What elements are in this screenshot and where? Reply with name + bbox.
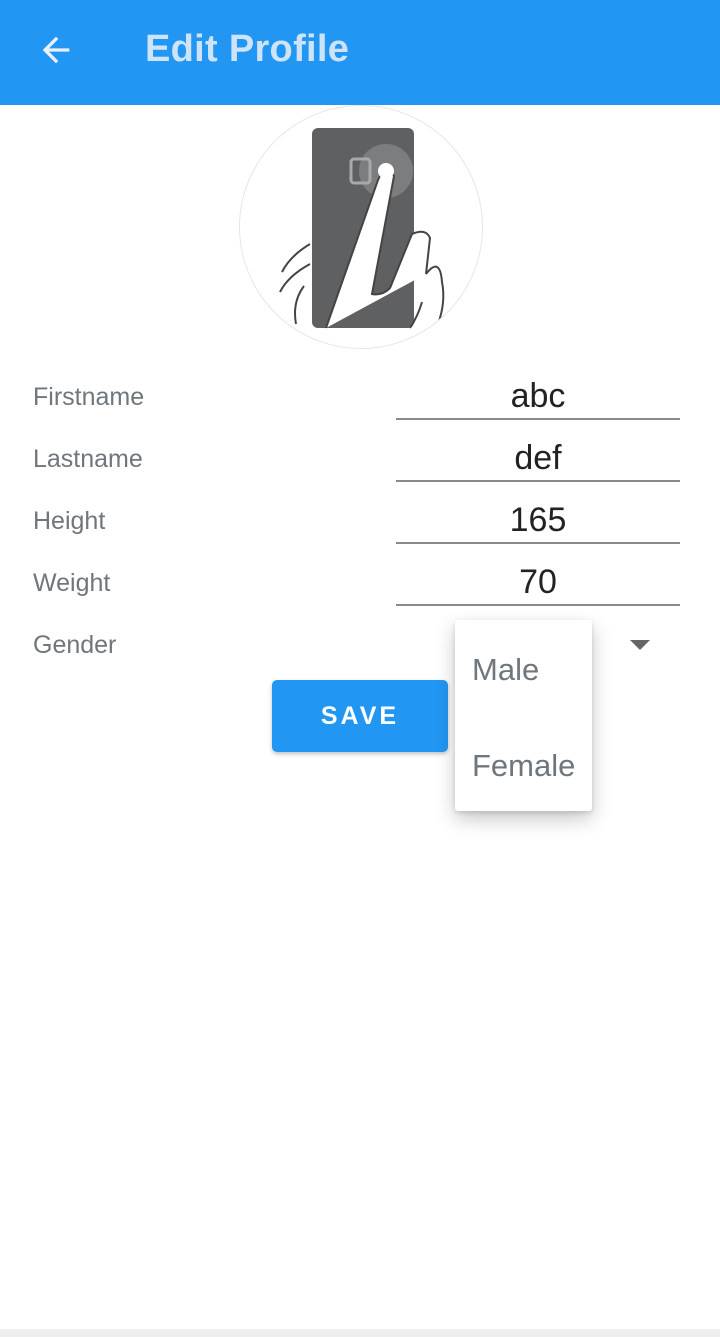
gender-label: Gender — [33, 631, 117, 659]
caret-down-icon[interactable] — [630, 640, 650, 650]
weight-field[interactable]: 70 — [396, 560, 680, 606]
gender-option-female[interactable]: Female — [472, 748, 575, 784]
edit-profile-screen: Edit Profile Firstname abc Lastname def … — [0, 0, 720, 1337]
save-button[interactable]: SAVE — [272, 680, 448, 752]
back-button[interactable] — [28, 22, 84, 78]
profile-avatar[interactable] — [239, 105, 483, 349]
lastname-field[interactable]: def — [396, 436, 680, 482]
weight-label: Weight — [33, 569, 111, 597]
height-field[interactable]: 165 — [396, 498, 680, 544]
arrow-left-icon — [42, 36, 70, 64]
phone-tap-illustration-icon — [279, 128, 445, 329]
bottom-divider — [0, 1329, 720, 1337]
lastname-label: Lastname — [33, 445, 143, 473]
height-label: Height — [33, 507, 106, 535]
app-bar: Edit Profile — [0, 0, 720, 105]
page-title: Edit Profile — [145, 28, 350, 70]
gender-option-male[interactable]: Male — [472, 652, 539, 688]
gender-dropdown-menu: Male Female — [455, 620, 592, 811]
firstname-label: Firstname — [33, 383, 145, 411]
firstname-field[interactable]: abc — [396, 374, 680, 420]
